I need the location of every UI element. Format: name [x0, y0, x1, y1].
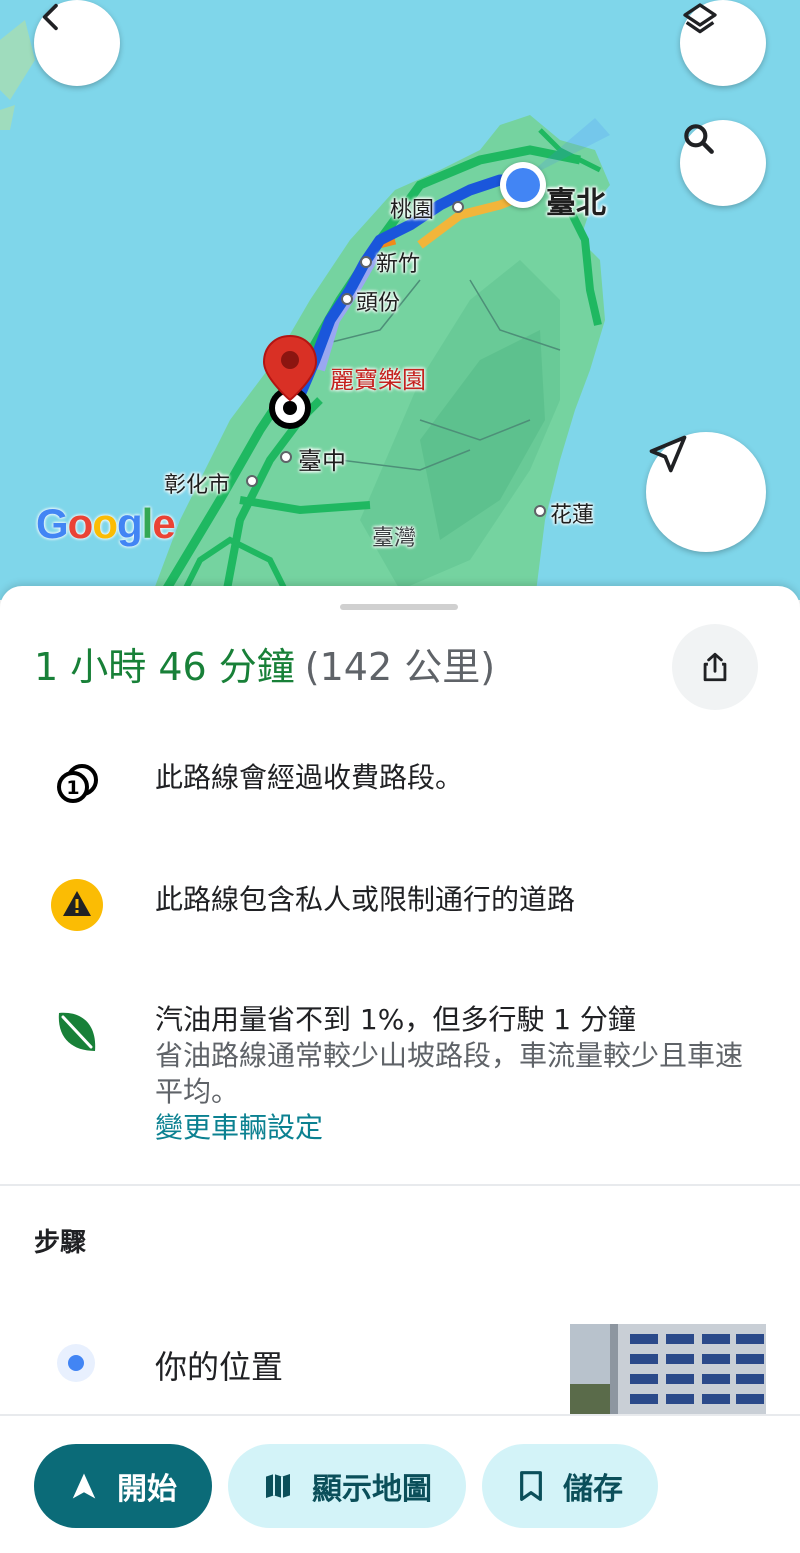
start-navigation-button[interactable]: 開始: [34, 1444, 212, 1528]
destination-pin-icon[interactable]: [262, 332, 318, 432]
route-distance: (142 公里): [304, 645, 496, 689]
map-dot-hsinchu: [360, 256, 372, 268]
map-dot-hualien: [534, 505, 546, 517]
search-icon: [684, 124, 714, 154]
map-label-taiwan: 臺灣: [372, 526, 417, 551]
map-icon: [266, 1474, 290, 1498]
toll-text: 此路線會經過收費路段。: [155, 761, 464, 794]
map-label-toufen: 頭份: [356, 291, 401, 316]
bookmark-icon: [520, 1471, 542, 1501]
navigation-arrow-icon: [649, 435, 687, 473]
step-your-location[interactable]: 你的位置: [0, 1306, 800, 1416]
map-dot-taichung: [280, 451, 292, 463]
save-button[interactable]: 儲存: [482, 1444, 658, 1528]
svg-text:1: 1: [66, 777, 79, 799]
map-label-hualien: 花蓮: [550, 503, 595, 528]
share-icon: [703, 652, 727, 682]
change-vehicle-settings-link[interactable]: 變更車輛設定: [155, 1110, 764, 1146]
recenter-button[interactable]: [646, 432, 766, 552]
show-map-label: 顯示地圖: [312, 1472, 432, 1507]
map-dot-changhua: [246, 475, 258, 487]
eco-main-text: 汽油用量省不到 1%，但多行駛 1 分鐘: [155, 1003, 636, 1036]
navigation-arrow-icon: [72, 1473, 96, 1499]
leaf-icon: [50, 1004, 104, 1058]
route-summary: 1 小時 46 分鐘 (142 公里): [34, 636, 495, 691]
step-label: 你的位置: [155, 1348, 284, 1386]
map-label-changhua: 彰化市: [164, 473, 231, 498]
map-view[interactable]: 臺北 桃園 新竹 頭份 麗寶樂園 臺中 彰化市 花蓮 臺灣 Google: [0, 0, 800, 600]
map-label-hsinchu: 新竹: [376, 252, 421, 277]
map-dot-toufen: [341, 293, 353, 305]
google-logo: Google: [36, 500, 176, 547]
directions-sheet: 1 小時 46 分鐘 (142 公里) 1 此路線會經過收費路段。 此路線包含私人…: [0, 586, 800, 1553]
current-location-marker: [500, 162, 546, 208]
section-divider: [0, 1184, 800, 1186]
share-button[interactable]: [672, 624, 758, 710]
start-label: 開始: [117, 1472, 177, 1507]
layers-icon: [683, 3, 717, 34]
location-street-photo[interactable]: [570, 1324, 766, 1416]
map-label-taipei: 臺北: [546, 186, 606, 221]
restricted-text: 此路線包含私人或限制通行的道路: [155, 883, 576, 916]
steps-heading: 步驟: [34, 1228, 87, 1258]
arrow-back-icon: [42, 3, 58, 31]
toll-icon: 1: [50, 756, 104, 810]
back-button[interactable]: [34, 0, 120, 86]
eco-sub-text: 省油路線通常較少山坡路段，車流量較少且車速平均。: [155, 1039, 744, 1108]
map-dot-taoyuan: [452, 201, 464, 213]
map-label-destination: 麗寶樂園: [330, 366, 426, 394]
save-label: 儲存: [563, 1472, 623, 1507]
location-dot-icon: [57, 1344, 95, 1382]
show-map-button[interactable]: 顯示地圖: [228, 1444, 466, 1528]
warning-icon: [50, 878, 104, 932]
route-duration: 1 小時 46 分鐘: [34, 645, 295, 689]
bottom-action-bar: 開始 顯示地圖 儲存: [0, 1414, 800, 1553]
layers-button[interactable]: [680, 0, 766, 86]
sheet-drag-handle[interactable]: [340, 604, 458, 610]
map-label-taichung: 臺中: [298, 447, 346, 475]
search-button[interactable]: [680, 120, 766, 206]
map-label-taoyuan: 桃園: [390, 198, 435, 223]
